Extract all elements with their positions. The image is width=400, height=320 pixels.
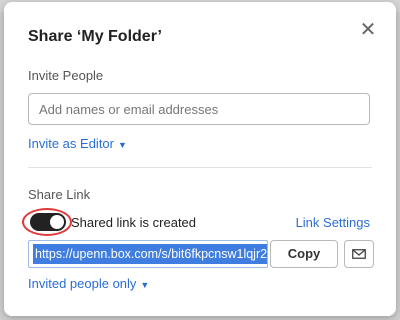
section-divider	[28, 167, 372, 168]
copy-button[interactable]: Copy	[270, 240, 338, 268]
dialog-title: Share ‘My Folder’	[28, 28, 162, 45]
invite-input[interactable]	[28, 93, 370, 125]
link-settings-link[interactable]: Link Settings	[296, 215, 370, 230]
invite-role-label: Invite as Editor	[28, 136, 114, 151]
invite-people-label: Invite People	[28, 68, 104, 83]
shared-link-toggle[interactable]	[30, 213, 66, 231]
chevron-down-icon: ▼	[118, 139, 127, 150]
chevron-down-icon: ▼	[140, 279, 150, 290]
shared-link-status: Shared link is created	[71, 215, 197, 230]
share-link-label: Share Link	[28, 187, 91, 202]
envelope-icon	[352, 249, 366, 259]
shared-link-url-field[interactable]: https://upenn.box.com/s/bit6fkpcnsw1lqjr…	[28, 240, 268, 268]
close-icon[interactable]: ✕	[358, 20, 378, 40]
link-access-dropdown[interactable]: Invited people only ▼	[28, 276, 149, 291]
link-access-label: Invited people only	[28, 276, 137, 291]
share-dialog: Share ‘My Folder’ ✕ Invite People Invite…	[4, 2, 396, 316]
shared-link-url: https://upenn.box.com/s/bit6fkpcnsw1lqjr…	[33, 244, 267, 264]
invite-role-dropdown[interactable]: Invite as Editor ▼	[28, 136, 127, 151]
email-link-button[interactable]	[344, 240, 374, 268]
toggle-knob	[50, 215, 64, 229]
